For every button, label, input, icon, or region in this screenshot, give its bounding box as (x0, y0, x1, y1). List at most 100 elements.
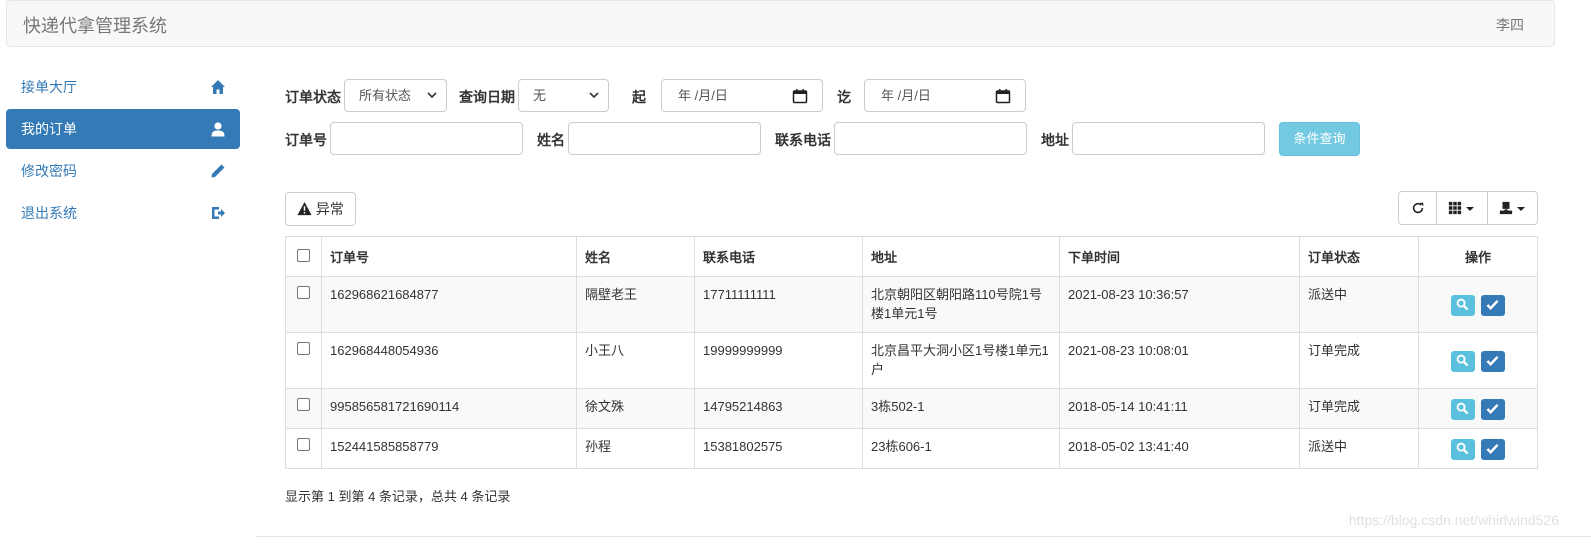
warning-icon (297, 201, 312, 216)
export-icon (1499, 201, 1513, 215)
status-select-value: 所有状态 (359, 88, 412, 103)
row-select-cell (285, 332, 322, 389)
to-date-label: 讫 (837, 89, 851, 105)
current-user[interactable]: 李四 (1496, 15, 1524, 35)
order-no-input[interactable] (330, 122, 523, 155)
table-row: 162968448054936 小王八 19999999999 北京昌平大洞小区… (285, 332, 1538, 389)
cell-status: 派送中 (1299, 276, 1419, 333)
calendar-icon[interactable] (995, 88, 1011, 104)
view-button[interactable] (1451, 351, 1476, 372)
exception-button-label: 异常 (315, 201, 344, 217)
refresh-button[interactable] (1399, 192, 1437, 224)
user-icon (211, 122, 225, 137)
pencil-icon (211, 164, 225, 178)
chevron-down-icon (589, 92, 599, 99)
home-icon (211, 80, 225, 94)
orders-table: 订单号 姓名 联系电话 地址 下单时间 订单状态 操作 162968621684… (285, 236, 1538, 469)
check-icon (1486, 443, 1499, 454)
cell-phone: 19999999999 (694, 332, 863, 389)
cell-address: 23栋606-1 (862, 428, 1060, 469)
cell-order-no: 162968621684877 (321, 276, 577, 333)
address-input[interactable] (1072, 122, 1265, 155)
sidebar-item-my-orders[interactable]: 我的订单 (6, 109, 240, 149)
sidebar-item-label: 接单大厅 (21, 79, 77, 95)
select-all-checkbox[interactable] (297, 248, 310, 262)
sidebar-item-change-password[interactable]: 修改密码 (6, 151, 240, 191)
view-button[interactable] (1451, 439, 1476, 460)
sidebar-item-label: 退出系统 (21, 205, 77, 221)
date-filter-label: 查询日期 (459, 89, 515, 105)
cell-address: 北京朝阳区朝阳路110号院1号楼1单元1号 (862, 276, 1060, 333)
row-checkbox[interactable] (297, 398, 310, 411)
cell-name: 小王八 (576, 332, 695, 389)
cell-time: 2021-08-23 10:08:01 (1059, 332, 1300, 389)
column-header-actions: 操作 (1418, 236, 1538, 277)
view-button[interactable] (1451, 295, 1476, 316)
cell-actions (1418, 388, 1538, 429)
sidebar-item-label: 修改密码 (21, 163, 77, 179)
column-header-phone[interactable]: 联系电话 (694, 236, 863, 277)
table-header-row: 订单号 姓名 联系电话 地址 下单时间 订单状态 操作 (285, 236, 1538, 277)
search-button[interactable]: 条件查询 (1279, 122, 1360, 156)
date-type-select[interactable]: 无 (518, 79, 609, 112)
table-row: 152441585858779 孙程 15381802575 23栋606-1 … (285, 428, 1538, 469)
top-navbar: 快递代拿管理系统 李四 (6, 0, 1555, 47)
logout-icon (212, 207, 225, 219)
sidebar-item-order-hall[interactable]: 接单大厅 (6, 67, 240, 107)
view-button[interactable] (1451, 399, 1476, 420)
column-header-time[interactable]: 下单时间 (1059, 236, 1300, 277)
search-icon (1456, 402, 1469, 415)
from-date-input[interactable]: 年 /月/日 (661, 79, 823, 112)
row-checkbox[interactable] (297, 438, 310, 451)
search-icon (1456, 354, 1469, 367)
cell-phone: 17711111111 (694, 276, 863, 333)
name-input[interactable] (568, 122, 761, 155)
search-icon (1456, 298, 1469, 311)
refresh-icon (1412, 202, 1424, 214)
row-select-cell (285, 276, 322, 333)
cell-name: 孙程 (576, 428, 695, 469)
columns-toggle-button[interactable] (1437, 192, 1488, 224)
row-checkbox[interactable] (297, 342, 310, 355)
exception-button[interactable]: 异常 (285, 192, 356, 226)
cell-status: 订单完成 (1299, 332, 1419, 389)
cell-actions (1418, 332, 1538, 389)
sidebar-item-logout[interactable]: 退出系统 (6, 193, 240, 233)
confirm-button[interactable] (1480, 439, 1505, 460)
status-select[interactable]: 所有状态 (344, 79, 447, 112)
row-select-cell (285, 428, 322, 469)
confirm-button[interactable] (1480, 295, 1505, 316)
watermark: https://blog.csdn.net/whirlwind526 (1348, 512, 1559, 528)
cell-status: 订单完成 (1299, 388, 1419, 429)
cell-name: 隔壁老王 (576, 276, 695, 333)
calendar-icon[interactable] (792, 88, 808, 104)
export-button[interactable] (1488, 192, 1537, 224)
column-header-order-no[interactable]: 订单号 (321, 236, 577, 277)
cell-time: 2018-05-14 10:41:11 (1059, 388, 1300, 429)
caret-down-icon (1466, 207, 1474, 211)
cell-order-no: 152441585858779 (321, 428, 577, 469)
confirm-button[interactable] (1480, 351, 1505, 372)
pagination-info: 显示第 1 到第 4 条记录，总共 4 条记录 (285, 489, 511, 504)
sidebar: 接单大厅 我的订单 修改密码 退出系统 (6, 67, 240, 235)
cell-time: 2018-05-02 13:41:40 (1059, 428, 1300, 469)
check-icon (1486, 403, 1499, 414)
name-label: 姓名 (537, 132, 565, 148)
address-label: 地址 (1041, 132, 1069, 148)
cell-phone: 15381802575 (694, 428, 863, 469)
app-title[interactable]: 快递代拿管理系统 (23, 12, 167, 38)
row-checkbox[interactable] (297, 286, 310, 299)
column-header-address[interactable]: 地址 (862, 236, 1060, 277)
sidebar-item-label: 我的订单 (21, 121, 77, 137)
phone-input[interactable] (834, 122, 1027, 155)
cell-actions (1418, 276, 1538, 333)
cell-address: 北京昌平大洞小区1号楼1单元1户 (862, 332, 1060, 389)
check-icon (1486, 299, 1499, 310)
order-no-label: 订单号 (285, 132, 327, 148)
column-header-name[interactable]: 姓名 (576, 236, 695, 277)
from-date-label: 起 (632, 89, 646, 105)
column-header-status[interactable]: 订单状态 (1299, 236, 1419, 277)
to-date-input[interactable]: 年 /月/日 (864, 79, 1026, 112)
confirm-button[interactable] (1480, 399, 1505, 420)
table-row: 162968621684877 隔壁老王 17711111111 北京朝阳区朝阳… (285, 276, 1538, 333)
